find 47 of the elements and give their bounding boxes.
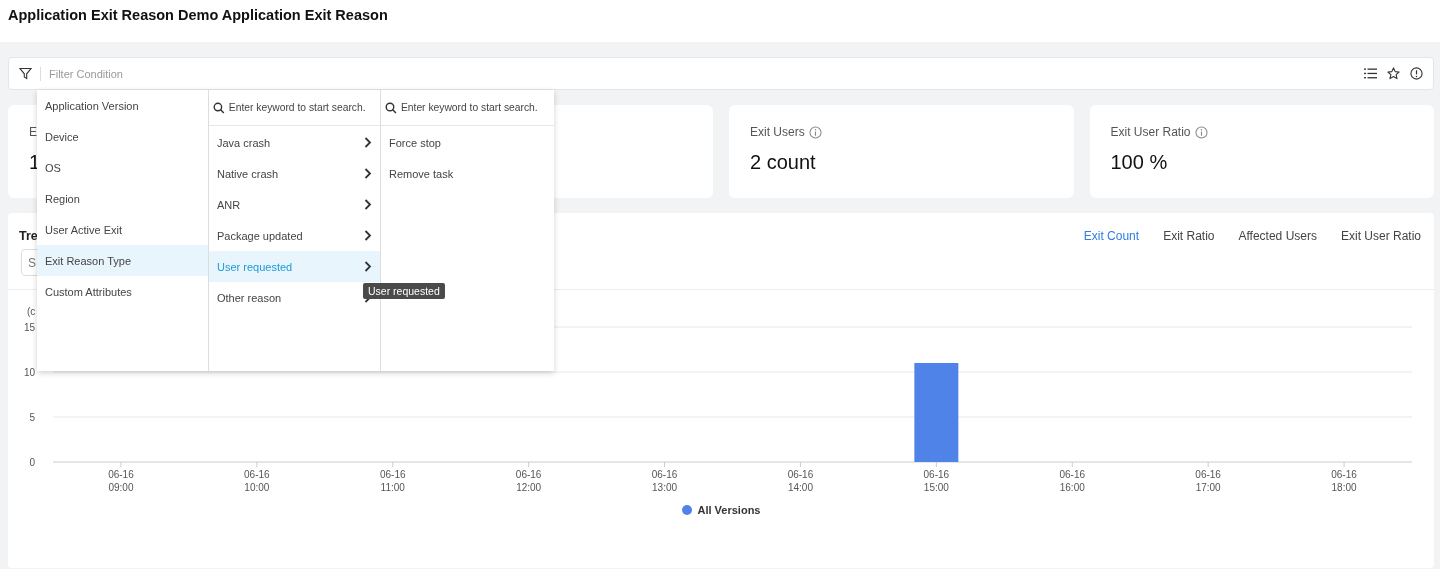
menu-item[interactable]: Force stop	[381, 127, 554, 158]
filter-icon	[19, 67, 32, 80]
metric-value: 100 %	[1110, 151, 1168, 174]
filter-placeholder: Filter Condition	[49, 67, 124, 80]
menu-item[interactable]: Device	[37, 121, 208, 152]
menu-item[interactable]: ANR	[209, 189, 380, 220]
star-icon[interactable]	[1387, 67, 1400, 80]
y-tick-label: 0	[29, 457, 35, 468]
menu-item[interactable]: Application Version	[37, 90, 208, 121]
x-tick-label: 06-16 09:00	[108, 469, 134, 493]
y-tick-label: 15	[23, 322, 35, 333]
legend-label[interactable]: All Versions	[697, 504, 761, 516]
list-icon[interactable]	[1364, 68, 1377, 79]
x-tick-label: 06-16 18:00	[1331, 469, 1357, 493]
menu-item[interactable]: Exit Reason Type	[37, 245, 208, 276]
chart-tab[interactable]: Exit Count	[1083, 229, 1140, 243]
y-tick-label: 5	[29, 412, 35, 423]
menu-item[interactable]: User Active Exit	[37, 214, 208, 245]
chart-tab[interactable]: Exit Ratio	[1163, 229, 1215, 243]
chart-tab[interactable]: Exit User Ratio	[1340, 229, 1421, 243]
metric-label: Exit User Ratio	[1110, 125, 1191, 139]
x-tick-label: 06-16 12:00	[515, 469, 542, 493]
chart-tab[interactable]: Affected Users	[1238, 229, 1317, 243]
y-tick-label: 10	[23, 367, 35, 378]
x-tick-label: 06-16 16:00	[1059, 469, 1086, 493]
info-icon[interactable]	[1410, 67, 1423, 80]
x-tick-label: 06-16 13:00	[651, 469, 678, 493]
page-title: Application Exit Reason Demo Application Exit Reason	[8, 7, 388, 23]
metric-label: E	[29, 125, 37, 139]
menu-item[interactable]: Native crash	[209, 158, 380, 189]
metric-value: 2 count	[750, 151, 816, 174]
search-icon	[385, 101, 397, 114]
panel-title: Tre	[19, 229, 38, 243]
search-icon	[213, 101, 225, 114]
x-tick-label: 06-16 10:00	[244, 469, 270, 493]
menu-item[interactable]: Custom Attributes	[37, 276, 208, 307]
x-tick-label: 06-16 14:00	[787, 469, 814, 493]
menu-item[interactable]: Java crash	[209, 127, 380, 158]
metric-label: Exit Users	[750, 125, 805, 139]
x-tick-label: 06-16 15:00	[923, 469, 950, 493]
menu-item[interactable]: Region	[37, 183, 208, 214]
y-axis-label: (c	[27, 306, 36, 317]
menu-item[interactable]: Remove task	[381, 158, 554, 189]
tooltip: User requested	[363, 283, 445, 299]
x-tick-label: 06-16 11:00	[379, 469, 406, 493]
menu-item[interactable]: Package updated	[209, 220, 380, 251]
x-tick-label: 06-16 17:00	[1195, 469, 1221, 493]
